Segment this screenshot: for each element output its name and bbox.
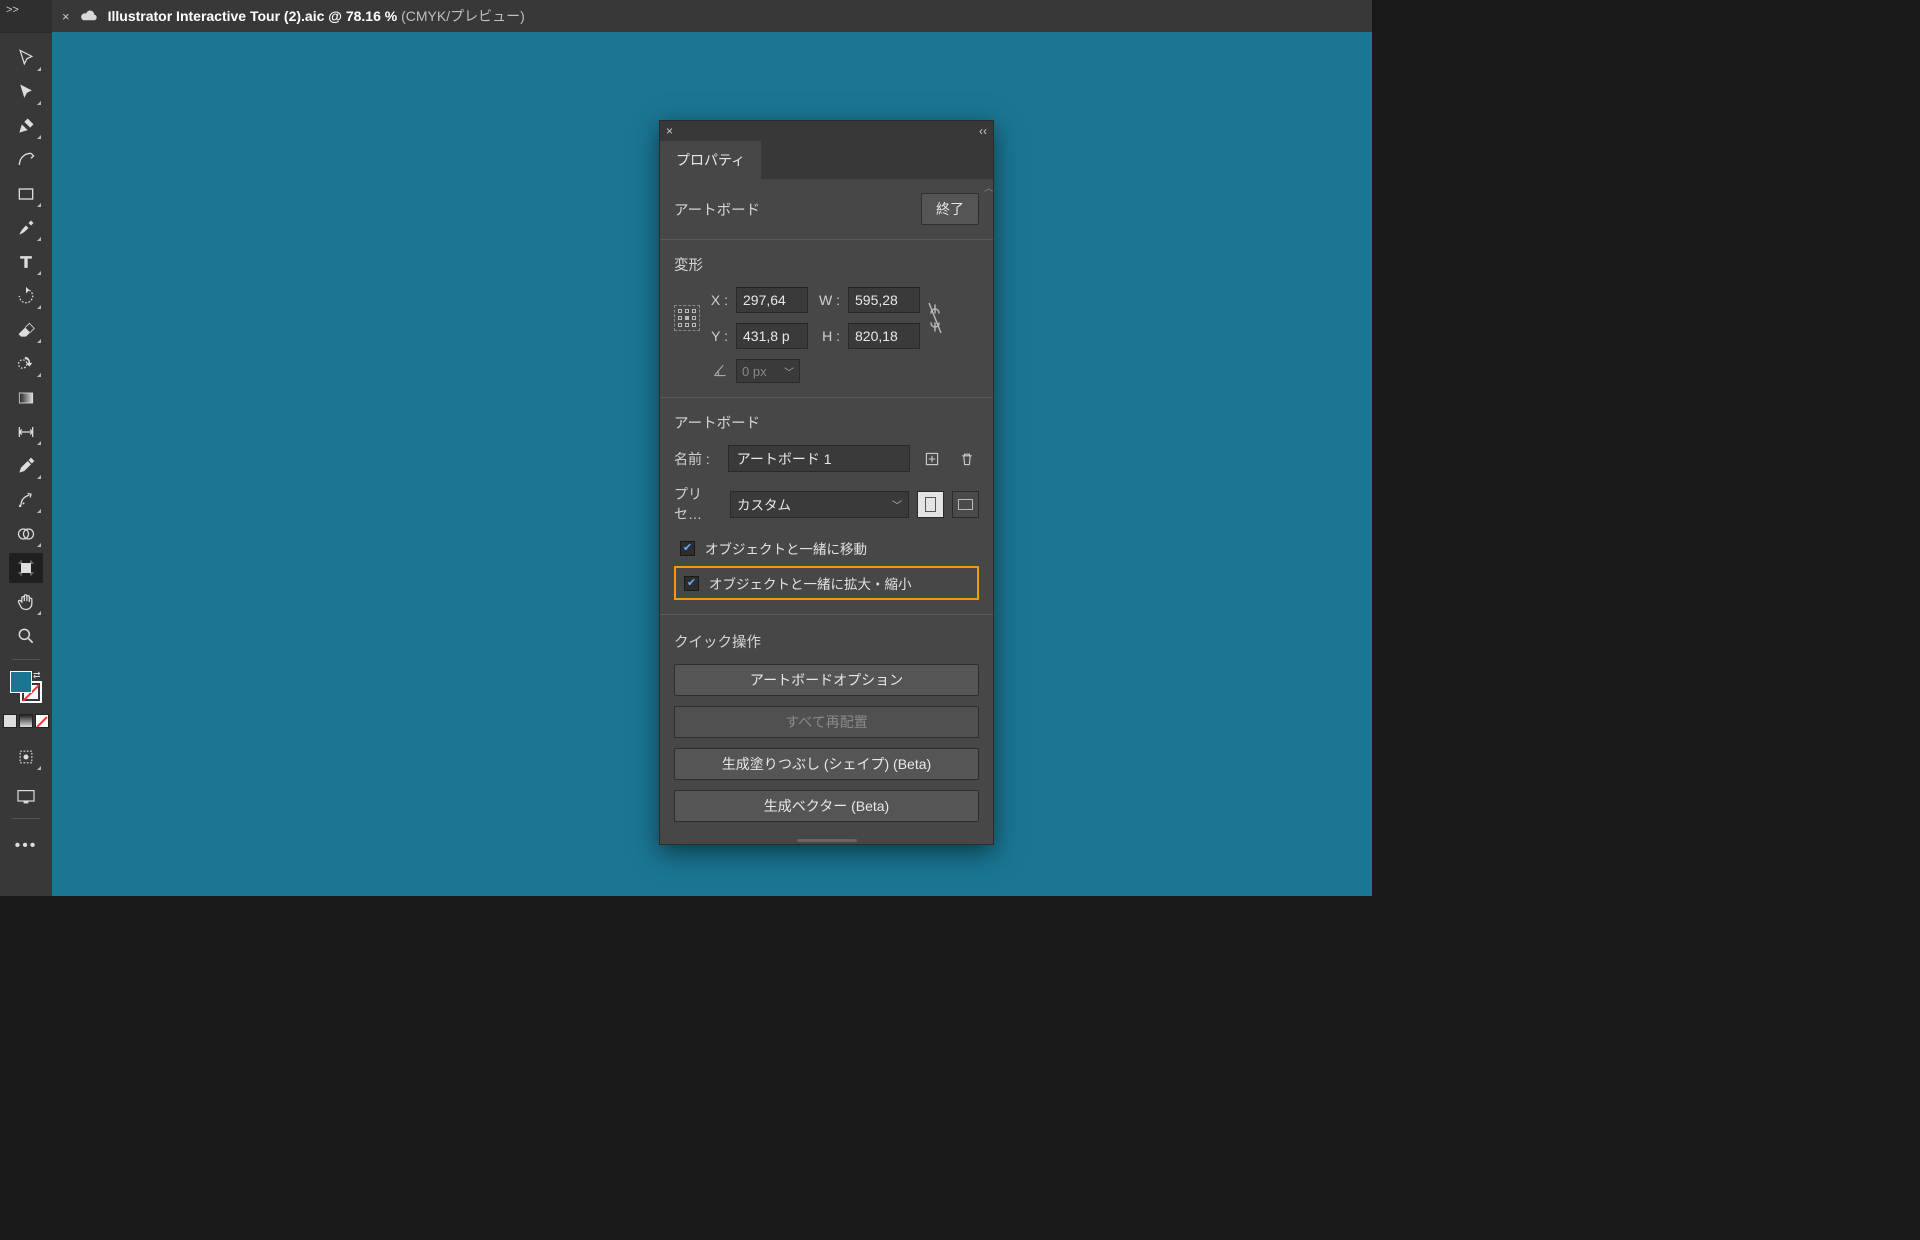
document-tab-bar: × Illustrator Interactive Tour (2).aic @… <box>52 0 1372 32</box>
eyedropper-tool[interactable] <box>9 451 43 481</box>
finish-button[interactable]: 終了 <box>921 193 979 225</box>
panel-close-icon[interactable]: × <box>666 124 673 138</box>
delete-artboard-icon[interactable] <box>955 445 980 472</box>
h-label: H : <box>814 328 842 344</box>
gradient-tool[interactable] <box>9 383 43 413</box>
zoom-tool[interactable] <box>9 621 43 651</box>
document-title: Illustrator Interactive Tour (2).aic @ 7… <box>108 6 525 26</box>
name-label: 名前 : <box>674 449 718 469</box>
tab-properties[interactable]: プロパティ <box>660 141 761 179</box>
direct-selection-tool[interactable] <box>9 77 43 107</box>
angle-icon <box>712 362 728 381</box>
w-label: W : <box>814 292 842 308</box>
document-tab[interactable]: × Illustrator Interactive Tour (2).aic @… <box>52 0 539 32</box>
chevron-down-icon: ﹀ <box>784 364 794 379</box>
y-label: Y : <box>708 328 730 344</box>
expand-chevrons-label: >> <box>6 4 19 16</box>
none-mode-icon[interactable] <box>35 714 49 728</box>
toolbox: ⇄ ••• <box>0 32 52 896</box>
panel-resize-grip[interactable] <box>660 836 993 844</box>
type-tool[interactable] <box>9 247 43 277</box>
gradient-mode-icon[interactable] <box>19 714 33 728</box>
artboard-name-input[interactable] <box>728 445 910 472</box>
paintbrush-tool[interactable] <box>9 213 43 243</box>
orientation-landscape-button[interactable] <box>952 491 979 518</box>
selection-tool[interactable] <box>9 43 43 73</box>
preset-value: カスタム <box>737 494 791 514</box>
text-to-vector-tool[interactable] <box>9 349 43 379</box>
move-with-objects-row[interactable]: ✔ オブジェクトと一緒に移動 <box>674 538 979 558</box>
toolbox-divider-2 <box>12 818 40 819</box>
w-input[interactable] <box>848 287 920 313</box>
panel-tabs: プロパティ <box>660 141 993 179</box>
constrain-proportions-icon[interactable] <box>926 301 944 335</box>
artboard-tool[interactable] <box>9 553 43 583</box>
new-artboard-icon[interactable] <box>920 445 945 472</box>
artboard-heading: アートボード <box>674 199 760 220</box>
x-label: X : <box>708 292 730 308</box>
close-document-icon[interactable]: × <box>62 9 70 24</box>
rearrange-all-button[interactable]: すべて再配置 <box>674 706 979 738</box>
color-mode-icon[interactable] <box>3 714 17 728</box>
highlighted-option: ✔ オブジェクトと一緒に拡大・縮小 <box>674 566 979 600</box>
move-with-objects-checkbox[interactable]: ✔ <box>680 541 695 556</box>
swap-fill-stroke-icon[interactable]: ⇄ <box>33 670 43 680</box>
chevron-down-icon: ﹀ <box>892 497 902 512</box>
scale-with-objects-row[interactable]: ✔ オブジェクトと一緒に拡大・縮小 <box>678 573 971 593</box>
dimension-tool[interactable] <box>9 417 43 447</box>
y-input[interactable] <box>736 323 808 349</box>
pen-tool[interactable] <box>9 111 43 141</box>
curvature-tool[interactable] <box>9 145 43 175</box>
fill-swatch[interactable] <box>10 671 32 693</box>
document-title-suffix: (CMYK/プレビュー) <box>401 8 525 24</box>
panel-title-bar[interactable]: × ‹‹ <box>660 121 993 141</box>
panel-collapse-icon[interactable]: ‹‹ <box>979 124 987 138</box>
fill-stroke-proxy[interactable]: ⇄ <box>9 670 43 704</box>
eraser-tool[interactable] <box>9 315 43 345</box>
reference-point-selector[interactable] <box>674 305 702 331</box>
draw-normal-icon[interactable] <box>9 742 43 772</box>
transform-heading: 変形 <box>674 258 703 274</box>
cloud-icon <box>80 8 98 25</box>
x-input[interactable] <box>736 287 808 313</box>
draw-mode-row <box>3 714 49 728</box>
properties-panel: × ‹‹ プロパティ ︿ アートボード 終了 変形 X : <box>659 120 994 845</box>
h-input[interactable] <box>848 323 920 349</box>
generative-fill-button[interactable]: 生成塗りつぶし (シェイプ) (Beta) <box>674 748 979 780</box>
symbol-sprayer-tool[interactable] <box>9 485 43 515</box>
angle-value: 0 px <box>742 364 767 379</box>
toolbar-expand-chevrons[interactable]: >> <box>0 0 52 32</box>
screen-mode-button[interactable] <box>9 784 43 810</box>
edit-toolbar-button[interactable]: ••• <box>9 833 43 859</box>
move-with-objects-label: オブジェクトと一緒に移動 <box>705 538 867 558</box>
hand-tool[interactable] <box>9 587 43 617</box>
angle-select[interactable]: 0 px ﹀ <box>736 359 800 383</box>
artboard-options-button[interactable]: アートボードオプション <box>674 664 979 696</box>
preset-select[interactable]: カスタム ﹀ <box>730 491 909 518</box>
scale-with-objects-label: オブジェクトと一緒に拡大・縮小 <box>709 573 912 593</box>
scale-with-objects-checkbox[interactable]: ✔ <box>684 576 699 591</box>
shape-builder-tool[interactable] <box>9 519 43 549</box>
generative-vector-button[interactable]: 生成ベクター (Beta) <box>674 790 979 822</box>
artboard-section-heading: アートボード <box>674 416 760 432</box>
rotate-tool[interactable] <box>9 281 43 311</box>
preset-label: プリセ… <box>674 484 722 524</box>
orientation-portrait-button[interactable] <box>917 491 944 518</box>
quick-ops-heading: クイック操作 <box>674 635 761 651</box>
scroll-up-icon[interactable]: ︿ <box>984 181 991 189</box>
toolbox-divider <box>12 659 40 660</box>
document-title-main: Illustrator Interactive Tour (2).aic @ 7… <box>108 8 398 24</box>
rectangle-tool[interactable] <box>9 179 43 209</box>
